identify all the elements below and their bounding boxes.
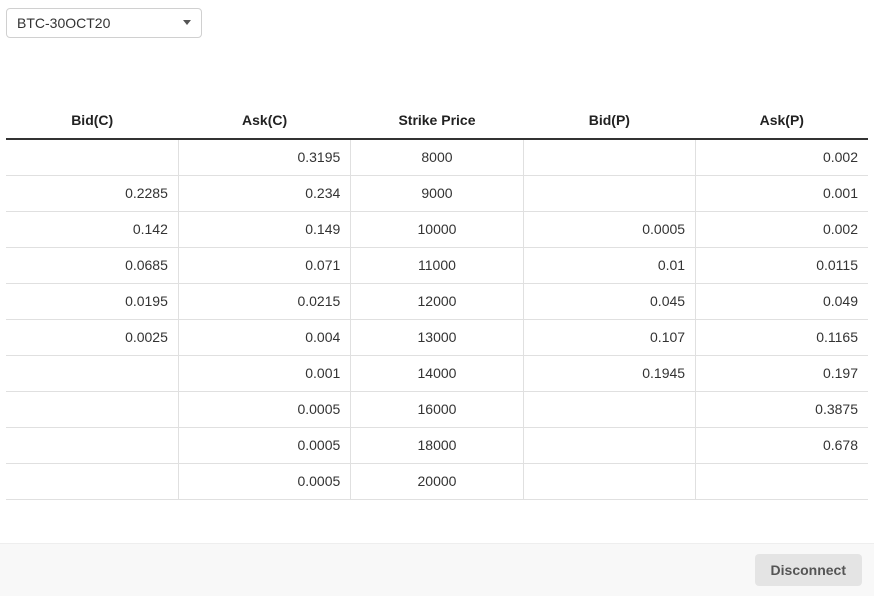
cell-bid-c: 0.142 [6, 211, 178, 247]
dropdown-selected-label: BTC-30OCT20 [17, 15, 110, 31]
chevron-down-icon [183, 20, 191, 26]
cell-strike: 12000 [351, 283, 523, 319]
disconnect-button[interactable]: Disconnect [755, 554, 862, 586]
cell-strike: 9000 [351, 175, 523, 211]
cell-bid-p [523, 391, 695, 427]
cell-ask-c: 0.071 [178, 247, 350, 283]
cell-bid-p: 0.045 [523, 283, 695, 319]
cell-ask-p [696, 463, 868, 499]
col-ask-p: Ask(P) [696, 102, 868, 139]
cell-ask-c: 0.001 [178, 355, 350, 391]
cell-bid-p [523, 427, 695, 463]
cell-bid-p: 0.1945 [523, 355, 695, 391]
cell-bid-p [523, 139, 695, 175]
cell-bid-c [6, 139, 178, 175]
cell-ask-c: 0.0005 [178, 463, 350, 499]
cell-strike: 8000 [351, 139, 523, 175]
cell-bid-c [6, 355, 178, 391]
cell-bid-c [6, 427, 178, 463]
cell-ask-p: 0.002 [696, 211, 868, 247]
footer-bar: Disconnect [0, 543, 874, 596]
cell-bid-p: 0.107 [523, 319, 695, 355]
table-body: 0.319580000.0020.22850.23490000.0010.142… [6, 139, 868, 499]
cell-strike: 20000 [351, 463, 523, 499]
top-bar: BTC-30OCT20 [0, 0, 874, 46]
cell-ask-c: 0.0215 [178, 283, 350, 319]
cell-ask-c: 0.234 [178, 175, 350, 211]
cell-ask-p: 0.197 [696, 355, 868, 391]
table-row: 0.00250.004130000.1070.1165 [6, 319, 868, 355]
col-ask-c: Ask(C) [178, 102, 350, 139]
table-row: 0.000520000 [6, 463, 868, 499]
table-row: 0.01950.0215120000.0450.049 [6, 283, 868, 319]
cell-bid-c [6, 391, 178, 427]
cell-strike: 11000 [351, 247, 523, 283]
table-header-row: Bid(C) Ask(C) Strike Price Bid(P) Ask(P) [6, 102, 868, 139]
cell-ask-c: 0.149 [178, 211, 350, 247]
cell-ask-c: 0.0005 [178, 391, 350, 427]
table-row: 0.31958000 0.002 [6, 139, 868, 175]
cell-ask-c: 0.0005 [178, 427, 350, 463]
options-table: Bid(C) Ask(C) Strike Price Bid(P) Ask(P)… [6, 102, 868, 500]
cell-strike: 14000 [351, 355, 523, 391]
instrument-dropdown[interactable]: BTC-30OCT20 [6, 8, 202, 38]
cell-ask-p: 0.049 [696, 283, 868, 319]
cell-strike: 13000 [351, 319, 523, 355]
cell-ask-p: 0.1165 [696, 319, 868, 355]
cell-ask-p: 0.3875 [696, 391, 868, 427]
cell-strike: 16000 [351, 391, 523, 427]
cell-bid-p [523, 463, 695, 499]
cell-ask-c: 0.004 [178, 319, 350, 355]
cell-bid-c: 0.0195 [6, 283, 178, 319]
cell-bid-c: 0.0685 [6, 247, 178, 283]
cell-bid-c [6, 463, 178, 499]
table-row: 0.000516000 0.3875 [6, 391, 868, 427]
cell-ask-p: 0.002 [696, 139, 868, 175]
col-bid-p: Bid(P) [523, 102, 695, 139]
cell-ask-p: 0.0115 [696, 247, 868, 283]
cell-ask-p: 0.678 [696, 427, 868, 463]
cell-strike: 18000 [351, 427, 523, 463]
col-strike: Strike Price [351, 102, 523, 139]
table-row: 0.1420.149100000.00050.002 [6, 211, 868, 247]
cell-bid-c: 0.2285 [6, 175, 178, 211]
table-row: 0.06850.071110000.010.0115 [6, 247, 868, 283]
table-row: 0.001140000.19450.197 [6, 355, 868, 391]
cell-ask-c: 0.3195 [178, 139, 350, 175]
table-row: 0.22850.2349000 0.001 [6, 175, 868, 211]
table-row: 0.000518000 0.678 [6, 427, 868, 463]
cell-bid-p: 0.0005 [523, 211, 695, 247]
cell-bid-p [523, 175, 695, 211]
cell-ask-p: 0.001 [696, 175, 868, 211]
options-table-container: Bid(C) Ask(C) Strike Price Bid(P) Ask(P)… [0, 102, 874, 500]
cell-bid-c: 0.0025 [6, 319, 178, 355]
col-bid-c: Bid(C) [6, 102, 178, 139]
cell-strike: 10000 [351, 211, 523, 247]
cell-bid-p: 0.01 [523, 247, 695, 283]
